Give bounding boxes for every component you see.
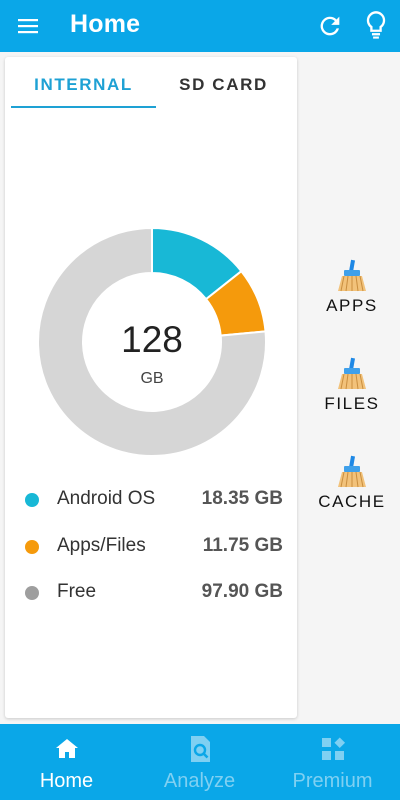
clean-apps-label: APPS bbox=[326, 296, 378, 315]
clean-files-button[interactable]: FILES bbox=[310, 356, 394, 414]
legend-label: Free bbox=[57, 581, 97, 602]
legend-dot bbox=[25, 540, 39, 554]
clean-cache-button[interactable]: CACHE bbox=[310, 454, 394, 512]
nav-home-label: Home bbox=[39, 770, 94, 792]
menu-icon[interactable] bbox=[16, 14, 40, 38]
clean-cache-label: CACHE bbox=[318, 492, 386, 511]
nav-premium-label: Premium bbox=[292, 770, 373, 792]
nav-analyze-label: Analyze bbox=[163, 770, 236, 792]
legend-dot bbox=[25, 493, 39, 507]
storage-card: INTERNAL SD CARD 128 GB Android OS 18.35… bbox=[5, 57, 297, 718]
clean-files-label: FILES bbox=[324, 394, 380, 413]
home-icon bbox=[55, 739, 78, 758]
total-storage-value: 128 bbox=[121, 319, 183, 360]
clean-apps-button[interactable]: APPS bbox=[310, 258, 394, 316]
broom-icon bbox=[338, 259, 366, 292]
lightbulb-icon[interactable] bbox=[362, 10, 390, 40]
page-title: Home bbox=[70, 10, 141, 38]
legend-value: 97.90 GB bbox=[201, 581, 283, 602]
legend-value: 11.75 GB bbox=[202, 535, 283, 556]
legend-item-apps-files: Apps/Files 11.75 GB bbox=[25, 532, 295, 562]
legend-item-android-os: Android OS 18.35 GB bbox=[25, 485, 295, 515]
legend-label: Apps/Files bbox=[57, 535, 146, 556]
tab-sd-card[interactable]: SD CARD bbox=[156, 75, 291, 109]
legend-dot bbox=[25, 586, 39, 600]
total-storage-unit: GB bbox=[140, 370, 164, 387]
bottom-navigation: Home Analyze Premium bbox=[0, 724, 400, 800]
broom-icon bbox=[338, 455, 366, 488]
legend-label: Android OS bbox=[57, 488, 156, 509]
refresh-icon[interactable] bbox=[316, 12, 344, 40]
nav-premium[interactable]: Premium bbox=[266, 724, 399, 800]
legend-item-free: Free 97.90 GB bbox=[25, 578, 295, 608]
tab-internal[interactable]: INTERNAL bbox=[11, 75, 156, 109]
nav-home[interactable]: Home bbox=[0, 724, 133, 800]
top-app-bar: Home bbox=[0, 0, 400, 52]
analyze-icon bbox=[190, 736, 210, 762]
premium-icon bbox=[321, 737, 345, 760]
active-tab-indicator bbox=[11, 106, 156, 108]
legend-value: 18.35 GB bbox=[201, 488, 283, 509]
nav-analyze[interactable]: Analyze bbox=[133, 724, 266, 800]
broom-icon bbox=[338, 357, 366, 390]
